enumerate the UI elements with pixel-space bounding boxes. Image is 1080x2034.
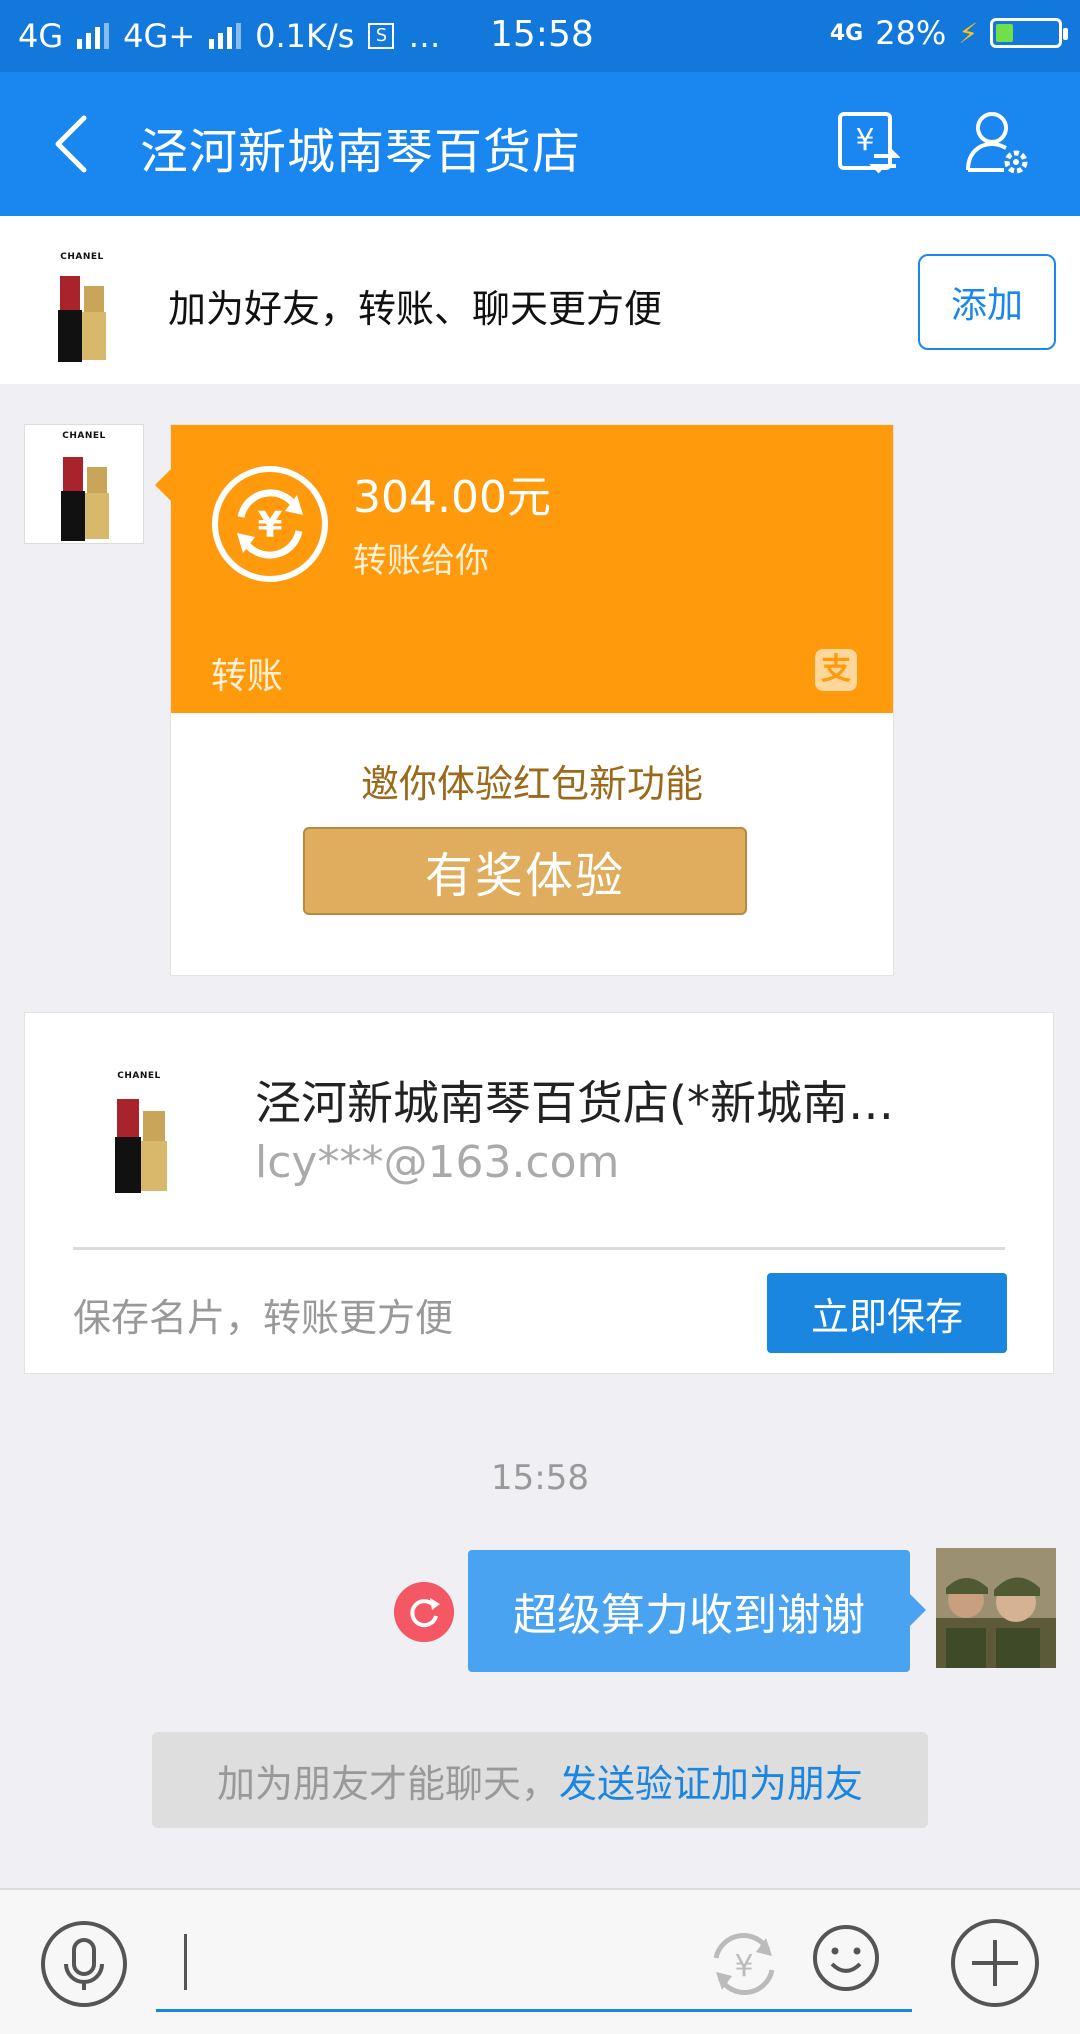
battery-icon: [990, 18, 1068, 48]
transfer-header[interactable]: ¥ 304.00元 转账给你 转账 支: [171, 425, 893, 713]
volte-icon: 4G: [829, 20, 864, 46]
send-verification-link[interactable]: 发送验证加为朋友: [559, 1753, 863, 1808]
signal-icon: [77, 23, 110, 49]
status-bar: 4G 4G+ 0.1K/s S … 15:58 4G 28% ⚡: [0, 0, 1080, 72]
contact-card-avatar: CHANEL: [73, 1065, 205, 1197]
emoji-icon[interactable]: [812, 1924, 880, 1992]
svg-text:¥: ¥: [734, 1949, 753, 1984]
transfer-subtitle: 转账给你: [353, 541, 489, 581]
user-settings-icon[interactable]: [964, 108, 1030, 176]
transfer-icon: ¥: [212, 466, 328, 582]
sent-message-bubble[interactable]: 超级算力收到谢谢: [468, 1550, 926, 1672]
message-input[interactable]: [156, 1930, 912, 2012]
my-avatar[interactable]: [936, 1548, 1056, 1668]
alipay-logo-icon: 支: [815, 649, 857, 691]
profile-photo: [936, 1548, 1056, 1668]
red-packet-invite: 邀你体验红包新功能: [360, 762, 703, 806]
more-indicator: …: [408, 17, 441, 55]
save-card-hint: 保存名片，转账更方便: [73, 1296, 454, 1340]
voice-icon[interactable]: [40, 1920, 128, 2008]
system-notice-text: 加为朋友才能聊天，: [216, 1761, 559, 1806]
plus-icon[interactable]: [950, 1918, 1040, 2008]
divider: [73, 1247, 1005, 1250]
transfer-amount: 304.00元: [353, 472, 551, 523]
add-friend-button[interactable]: 添加: [918, 254, 1056, 350]
resend-icon[interactable]: [394, 1582, 454, 1642]
try-reward-button[interactable]: 有奖体验: [303, 827, 747, 915]
lipstick-image: [115, 1099, 167, 1193]
page-title: 泾河新城南琴百货店: [140, 124, 582, 180]
nav-bar: 泾河新城南琴百货店 ¥: [0, 72, 1080, 216]
contact-name-card: CHANEL 泾河新城南琴百货店(*新城南… lcy***@163.com 保存…: [24, 1012, 1054, 1374]
add-friend-hint: 加为好友，转账、聊天更方便: [168, 287, 663, 331]
network-type: 4G: [18, 17, 64, 55]
network-type-2: 4G+: [123, 17, 196, 55]
save-contact-button[interactable]: 立即保存: [767, 1273, 1007, 1353]
back-icon[interactable]: [48, 112, 98, 176]
bubble-pointer: [155, 469, 171, 501]
transfer-message-card[interactable]: ¥ 304.00元 转账给你 转账 支 邀你体验红包新功能 有奖体验: [155, 424, 894, 976]
transfer-icon[interactable]: ¥: [706, 1926, 782, 2002]
input-bar: ¥: [0, 1888, 1080, 2034]
transfer-bill-icon[interactable]: ¥: [836, 110, 900, 174]
screenshot-icon: S: [368, 23, 395, 49]
status-time: 15:58: [490, 14, 594, 55]
transfer-label: 转账: [211, 656, 284, 697]
charging-icon: ⚡: [958, 16, 978, 50]
system-notice: 加为朋友才能聊天， 发送验证加为朋友: [152, 1732, 928, 1828]
message-timestamp: 15:58: [491, 1458, 589, 1498]
contact-name: 泾河新城南琴百货店(*新城南…: [255, 1076, 894, 1130]
lipstick-image: [58, 276, 106, 362]
signal-icon-2: [209, 23, 242, 49]
contact-email: lcy***@163.com: [255, 1137, 620, 1188]
battery-percent: 28%: [875, 14, 947, 52]
svg-text:¥: ¥: [855, 123, 874, 158]
lipstick-image: [61, 457, 109, 541]
contact-avatar[interactable]: CHANEL: [24, 246, 140, 362]
text-cursor: [184, 1934, 187, 1990]
network-speed: 0.1K/s: [255, 17, 355, 55]
add-friend-banner: CHANEL 加为好友，转账、聊天更方便 添加: [0, 216, 1080, 384]
sender-avatar[interactable]: CHANEL: [24, 424, 144, 544]
svg-text:¥: ¥: [257, 505, 282, 546]
